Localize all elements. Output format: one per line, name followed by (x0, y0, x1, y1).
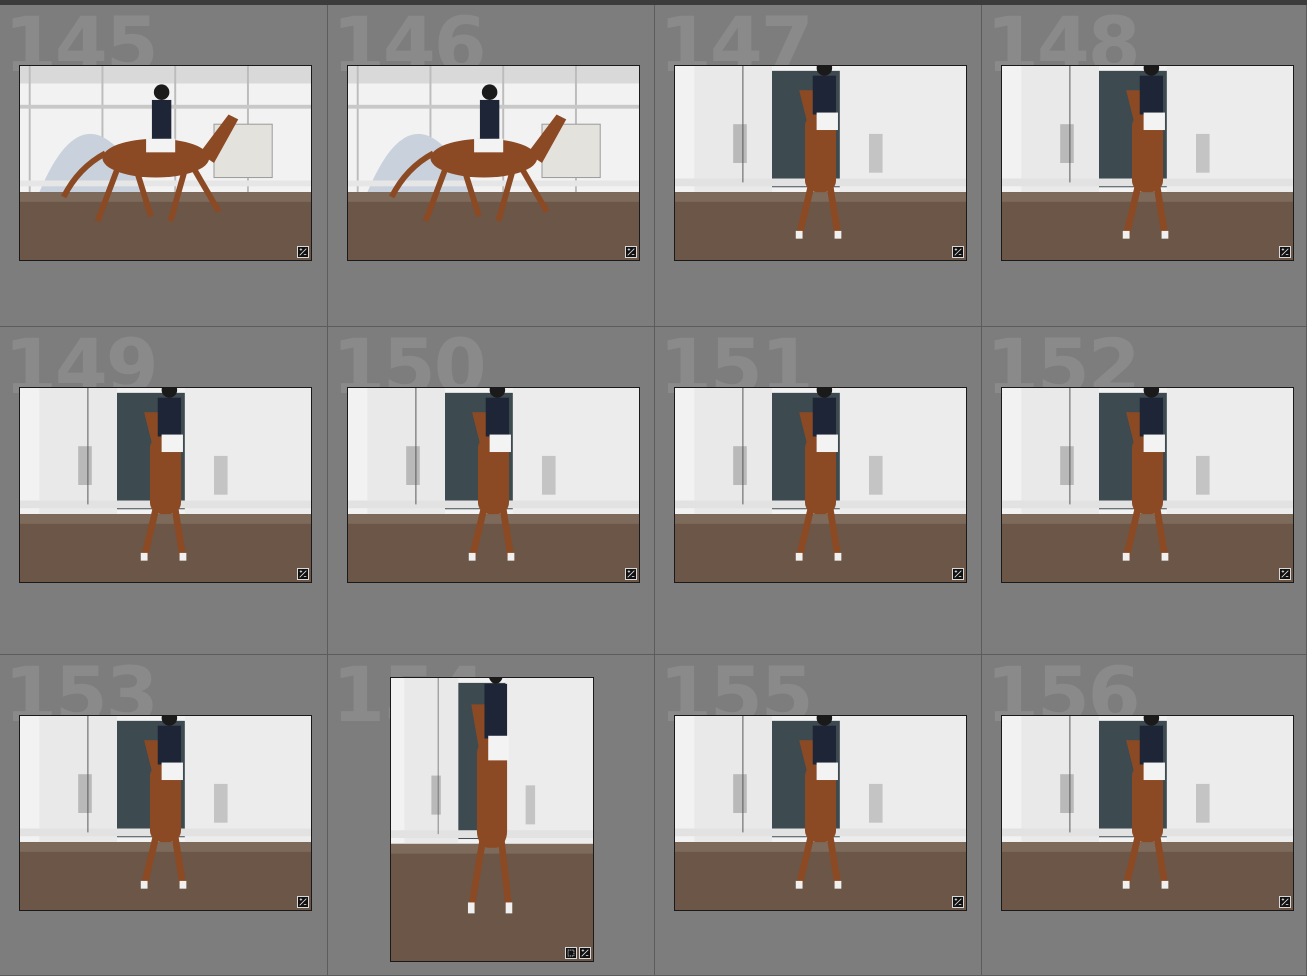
grid-cell[interactable]: 153 (0, 655, 328, 976)
develop-adjustment-icon[interactable] (952, 246, 964, 258)
develop-adjustment-icon[interactable] (297, 896, 309, 908)
photo-thumbnail[interactable] (390, 677, 594, 962)
photo-thumbnail[interactable] (674, 715, 967, 911)
develop-adjustment-icon[interactable] (1279, 896, 1291, 908)
grid-cell[interactable]: 155 (655, 655, 982, 976)
grid-cell[interactable]: 156 (982, 655, 1307, 976)
photo-thumbnail[interactable] (1001, 387, 1294, 583)
develop-adjustment-icon[interactable] (625, 246, 637, 258)
photo-thumbnail[interactable] (347, 387, 640, 583)
grid-cell[interactable]: 152 (982, 327, 1307, 655)
develop-adjustment-icon[interactable] (297, 568, 309, 580)
develop-adjustment-icon[interactable] (625, 568, 637, 580)
develop-adjustment-icon[interactable] (297, 246, 309, 258)
grid-cell[interactable]: 154 (328, 655, 655, 976)
photo-thumbnail[interactable] (19, 715, 312, 911)
crop-icon[interactable] (565, 947, 577, 959)
grid-cell[interactable]: 147 (655, 5, 982, 327)
grid-cell[interactable]: 149 (0, 327, 328, 655)
grid-cell[interactable]: 145 (0, 5, 328, 327)
grid-cell[interactable]: 148 (982, 5, 1307, 327)
develop-adjustment-icon[interactable] (1279, 246, 1291, 258)
photo-thumbnail[interactable] (674, 387, 967, 583)
develop-adjustment-icon[interactable] (952, 896, 964, 908)
grid-cell[interactable]: 146 (328, 5, 655, 327)
photo-thumbnail[interactable] (1001, 65, 1294, 261)
develop-adjustment-icon[interactable] (1279, 568, 1291, 580)
grid-cell[interactable]: 150 (328, 327, 655, 655)
develop-adjustment-icon[interactable] (579, 947, 591, 959)
photo-thumbnail[interactable] (19, 65, 312, 261)
photo-thumbnail[interactable] (1001, 715, 1294, 911)
filmstrip-grid: 145146147148 149150151152 153154155156 (0, 0, 1307, 976)
photo-thumbnail[interactable] (347, 65, 640, 261)
grid-cell[interactable]: 151 (655, 327, 982, 655)
develop-adjustment-icon[interactable] (952, 568, 964, 580)
photo-thumbnail[interactable] (674, 65, 967, 261)
photo-thumbnail[interactable] (19, 387, 312, 583)
